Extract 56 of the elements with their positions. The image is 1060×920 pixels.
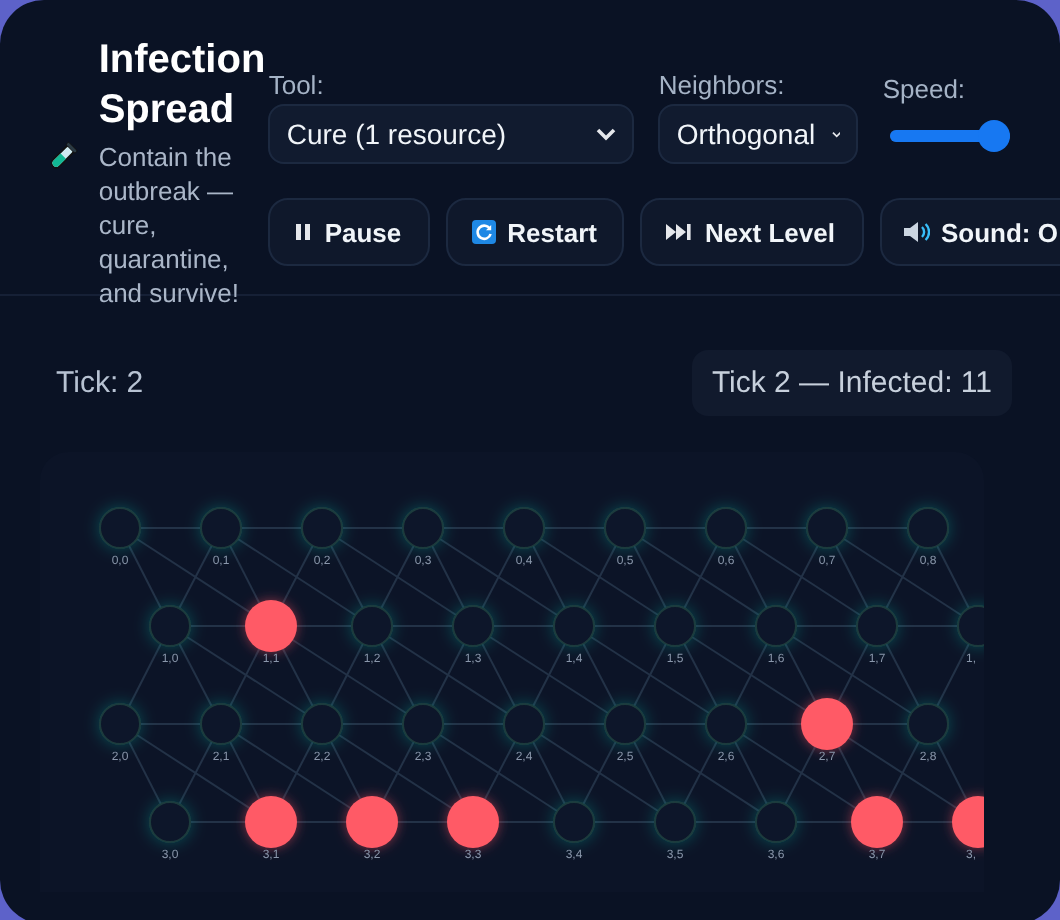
- chevron-down-icon: [831, 127, 841, 141]
- infected-node[interactable]: [346, 796, 398, 848]
- node[interactable]: [604, 703, 646, 745]
- node[interactable]: [553, 605, 595, 647]
- tool-select[interactable]: Cure (1 resource): [268, 104, 635, 164]
- node[interactable]: [301, 507, 343, 549]
- node[interactable]: [402, 507, 444, 549]
- node[interactable]: [301, 703, 343, 745]
- status-badge: Tick 2 — Infected: 11: [691, 350, 1012, 416]
- node[interactable]: [99, 703, 141, 745]
- node[interactable]: [604, 507, 646, 549]
- node[interactable]: [654, 801, 696, 843]
- pause-button[interactable]: Pause: [268, 198, 430, 266]
- speed-slider[interactable]: [890, 120, 1011, 152]
- node[interactable]: [149, 605, 191, 647]
- node[interactable]: [351, 605, 393, 647]
- next-button[interactable]: Next Level: [640, 198, 863, 266]
- infected-node[interactable]: [851, 796, 903, 848]
- node[interactable]: [806, 507, 848, 549]
- node[interactable]: [402, 703, 444, 745]
- node[interactable]: [654, 605, 696, 647]
- infected-node[interactable]: [245, 600, 297, 652]
- infected-node[interactable]: [447, 796, 499, 848]
- neighbors-select[interactable]: Orthogonal: [658, 104, 859, 164]
- chevron-down-icon: [596, 127, 617, 141]
- node[interactable]: [200, 703, 242, 745]
- tick-counter: Tick: 2: [56, 366, 144, 400]
- field-label: Neighbors:: [658, 70, 787, 100]
- speaker-icon: [901, 220, 929, 244]
- refresh-icon: [471, 220, 496, 244]
- field-label: Tool:: [268, 70, 326, 100]
- infected-node[interactable]: [245, 796, 297, 848]
- node[interactable]: [957, 605, 984, 647]
- pause-icon: [294, 222, 313, 242]
- node[interactable]: [503, 507, 545, 549]
- node[interactable]: [907, 507, 949, 549]
- skip-forward-icon: [666, 222, 693, 242]
- node[interactable]: [705, 703, 747, 745]
- app-subtitle: Contain the outbreak — cure, quarantine, and survive!: [98, 140, 241, 310]
- node[interactable]: [452, 605, 494, 647]
- node[interactable]: [755, 801, 797, 843]
- node[interactable]: [755, 605, 797, 647]
- sound-button[interactable]: Sound: O: [879, 198, 1060, 266]
- node[interactable]: [856, 605, 898, 647]
- restart-button[interactable]: Restart: [445, 198, 625, 266]
- app-title: Infection Spread: [98, 36, 268, 136]
- node[interactable]: [705, 507, 747, 549]
- infected-node[interactable]: [952, 796, 984, 848]
- node[interactable]: [99, 507, 141, 549]
- node[interactable]: [200, 507, 242, 549]
- node[interactable]: [503, 703, 545, 745]
- node[interactable]: [553, 801, 595, 843]
- node[interactable]: [149, 801, 191, 843]
- node[interactable]: [907, 703, 949, 745]
- field-label: Speed:: [882, 74, 968, 104]
- infected-node[interactable]: [801, 698, 853, 750]
